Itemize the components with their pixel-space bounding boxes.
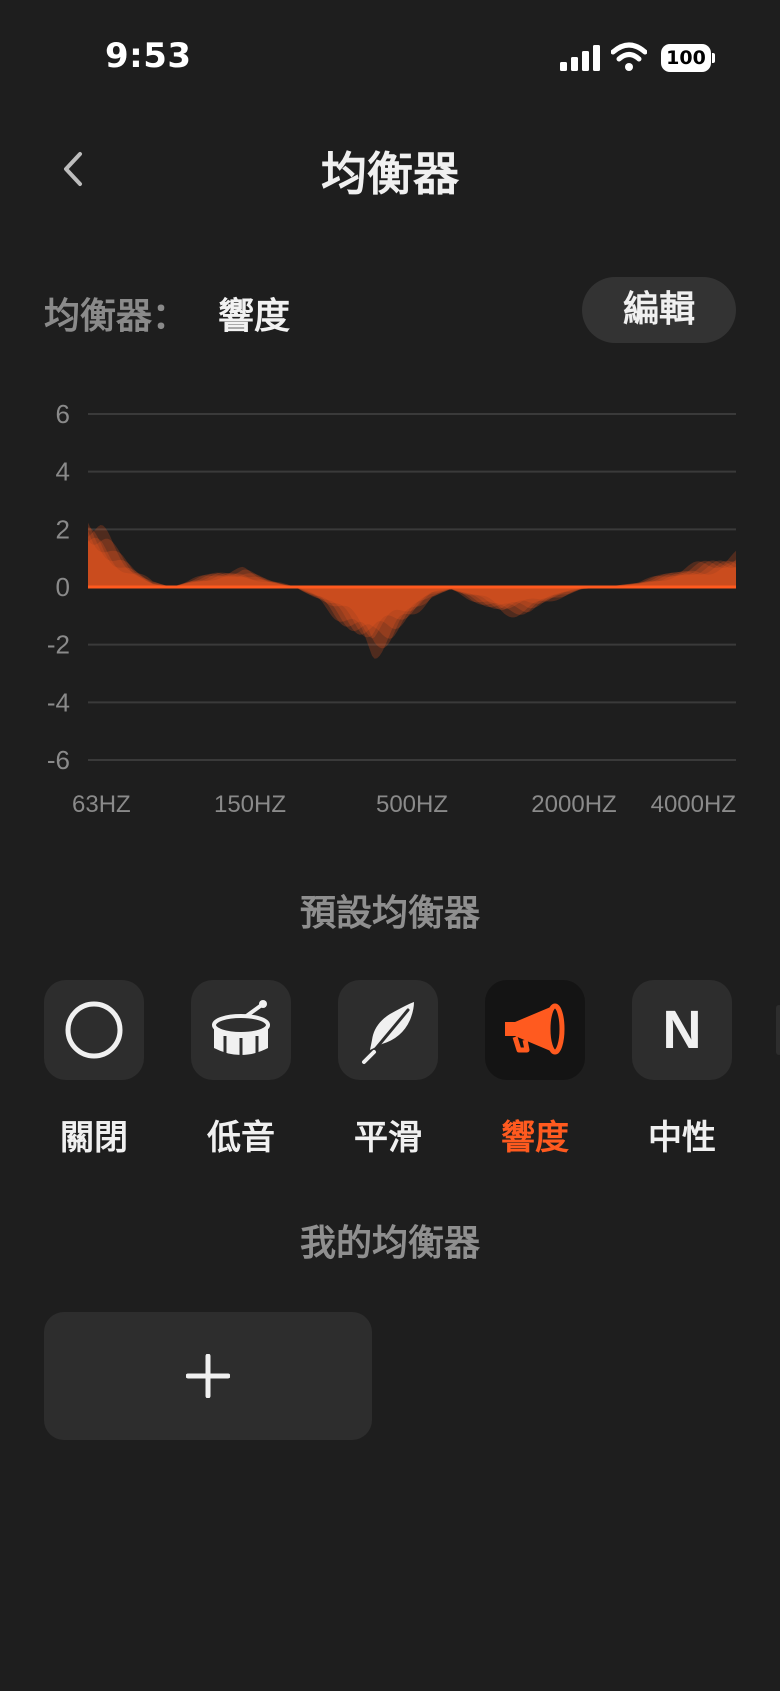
- preset-smooth[interactable]: 平滑: [338, 980, 438, 1160]
- preset-bass[interactable]: 低音: [191, 980, 291, 1160]
- megaphone-icon: [505, 1003, 565, 1055]
- wifi-icon: [611, 42, 647, 71]
- nav-bar: 均衡器: [0, 118, 780, 218]
- preset-tile: [485, 980, 585, 1080]
- status-time: 9:53: [105, 36, 192, 76]
- eq-curve-chart: 6 4 2 0 -2 -4 -6 63HZ 150HZ 500HZ 2000HZ 4000HZ: [0, 380, 780, 820]
- my-eq-section-title: 我的均衡器: [299, 1223, 480, 1264]
- eq-curve-layer: [88, 522, 736, 635]
- plus-icon: [186, 1354, 230, 1398]
- battery-cap: [712, 53, 715, 63]
- y-tick-label: -2: [47, 630, 70, 660]
- preset-label: 關閉: [60, 1118, 128, 1158]
- preset-label: 中性: [648, 1118, 716, 1158]
- drum-icon: [212, 1000, 270, 1057]
- y-tick-label: 0: [56, 572, 70, 602]
- cellular-signal-icon: [560, 45, 600, 71]
- preset-tile: [44, 980, 144, 1080]
- x-tick-label: 4000HZ: [651, 791, 736, 818]
- battery-level: 100: [661, 44, 711, 72]
- edit-button[interactable]: 編輯: [582, 277, 736, 343]
- battery-indicator: 100: [661, 44, 715, 72]
- preset-neutral[interactable]: N 中性: [632, 980, 732, 1160]
- y-tick-label: 6: [56, 399, 70, 429]
- eq-curve-svg: 6 4 2 0 -2 -4 -663HZ 150HZ 500HZ 2000HZ 4000HZ: [47, 399, 736, 818]
- preset-tile: N: [632, 980, 732, 1080]
- preset-tile: [191, 980, 291, 1080]
- y-tick-label: 4: [56, 457, 70, 487]
- x-tick-label: 500HZ: [376, 791, 448, 818]
- eq-label: 均衡器：: [44, 296, 189, 337]
- preset-label: 低音: [207, 1118, 275, 1158]
- preset-off[interactable]: 關閉: [44, 980, 144, 1160]
- y-tick-label: -6: [47, 745, 70, 775]
- x-tick-label: 150HZ: [214, 791, 286, 818]
- feather-icon: [362, 1002, 414, 1064]
- preset-tile: [338, 980, 438, 1080]
- preset-loudness[interactable]: 響度: [485, 980, 585, 1160]
- eq-current-name: 響度: [218, 296, 291, 337]
- next-preset-peek[interactable]: [776, 1005, 780, 1055]
- current-eq-row: 均衡器： 響度 編輯: [0, 275, 780, 345]
- y-tick-label: -4: [47, 687, 70, 717]
- preset-section-title: 預設均衡器: [299, 893, 480, 934]
- status-bar: 9:53 100: [0, 0, 780, 110]
- y-tick-label: 2: [56, 514, 70, 544]
- preset-label: 平滑: [354, 1118, 422, 1158]
- page-title: 均衡器: [321, 147, 459, 201]
- circle-icon: [65, 1001, 123, 1059]
- eq-curve-layer: [88, 525, 736, 659]
- n-letter-icon: N: [662, 1000, 702, 1060]
- x-tick-label: 63HZ: [72, 791, 131, 818]
- x-tick-label: 2000HZ: [531, 791, 616, 818]
- preset-label: 響度: [501, 1118, 569, 1158]
- preset-list: 關閉 低音 平滑 響度 N 中性: [0, 980, 780, 1160]
- add-eq-button[interactable]: [44, 1312, 372, 1440]
